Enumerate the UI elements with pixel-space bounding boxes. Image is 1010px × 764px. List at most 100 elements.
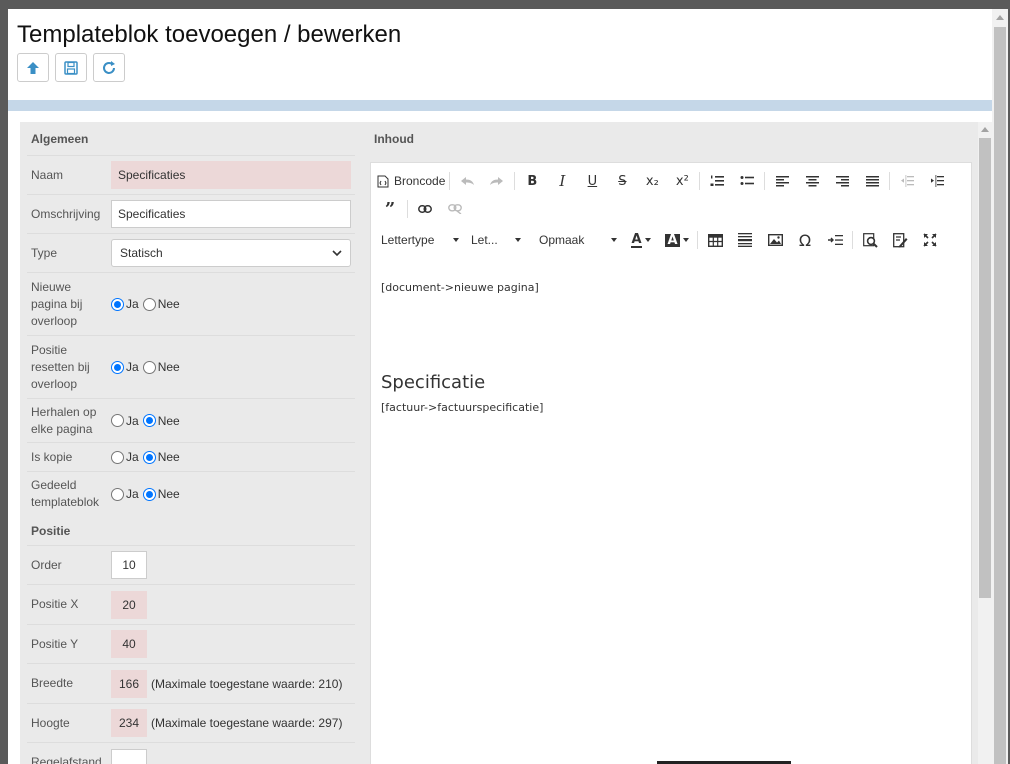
bold-button[interactable]: B: [517, 169, 547, 193]
naam-label: Naam: [31, 167, 64, 182]
order-field[interactable]: 10: [111, 551, 147, 579]
bullet-list-button[interactable]: [732, 169, 762, 193]
positie-resetten-nee-label: Nee: [157, 360, 180, 374]
editor-document[interactable]: [document->nieuwe pagina] Specificatie […: [381, 281, 961, 414]
page-break-button[interactable]: [820, 228, 850, 252]
section-position: Positie: [27, 516, 355, 546]
row-gedeeld: Gedeeld templateblok Ja Nee: [27, 472, 355, 516]
numbered-list-button[interactable]: [702, 169, 732, 193]
outdent-button[interactable]: [892, 169, 922, 193]
horizontal-line-button[interactable]: [730, 228, 760, 252]
move-up-button[interactable]: [17, 53, 49, 82]
herhalen-ja-radio[interactable]: [111, 414, 124, 427]
breedte-field[interactable]: 166: [111, 669, 147, 698]
rich-text-editor: Broncode B I U S x₂ x² ” Lettertype Let.…: [370, 162, 972, 764]
type-select-value: Statisch: [120, 246, 163, 260]
blockquote-button[interactable]: ”: [375, 197, 405, 221]
subscript-button[interactable]: x₂: [637, 169, 667, 193]
document-line-1: [document->nieuwe pagina]: [381, 281, 539, 294]
indent-icon: [931, 175, 945, 187]
positie-y-field[interactable]: 40: [111, 630, 147, 658]
type-select[interactable]: Statisch: [111, 239, 351, 267]
page-break-icon: [827, 235, 843, 245]
image-button[interactable]: [760, 228, 790, 252]
refresh-icon: [103, 60, 115, 74]
breedte-label: Breedte: [31, 676, 74, 690]
bullet-list-icon: [740, 176, 755, 185]
save-button[interactable]: [55, 53, 87, 82]
nieuwe-pagina-ja-radio[interactable]: [111, 297, 124, 311]
positie-resetten-ja-radio[interactable]: [111, 360, 124, 374]
strikethrough-button[interactable]: S: [607, 169, 637, 193]
scrollbar-thumb[interactable]: [979, 138, 991, 598]
dialog-window: Templateblok toevoegen / bewerken Algeme…: [8, 9, 1008, 764]
omschrijving-field[interactable]: Specificaties: [111, 200, 351, 228]
link-button[interactable]: [410, 197, 440, 221]
font-combo[interactable]: Lettertype: [375, 228, 465, 252]
indent-button[interactable]: [922, 169, 952, 193]
editor-toolbar-row-2: ”: [371, 195, 971, 223]
size-combo[interactable]: Let...: [465, 228, 527, 252]
regelafstand-field[interactable]: [111, 748, 147, 764]
maximize-icon: [923, 233, 937, 247]
format-combo[interactable]: Opmaak: [533, 228, 623, 252]
maximize-button[interactable]: [915, 228, 945, 252]
templates-button[interactable]: [885, 228, 915, 252]
align-left-button[interactable]: [767, 169, 797, 193]
gedeeld-nee-radio[interactable]: [142, 487, 156, 501]
row-breedte: Breedte 166 (Maximale toegestane waarde:…: [27, 664, 355, 704]
is-kopie-nee-radio[interactable]: [142, 450, 156, 464]
header-divider: [8, 100, 992, 111]
content-scrollbar[interactable]: [978, 122, 992, 764]
italic-button[interactable]: I: [547, 169, 577, 193]
naam-field[interactable]: Specificaties: [111, 161, 351, 189]
breedte-hint: (Maximale toegestane waarde: 210): [151, 676, 343, 691]
undo-button[interactable]: [452, 169, 482, 193]
superscript-icon: x²: [675, 173, 689, 189]
caret-down-icon: [682, 238, 689, 242]
unlink-button[interactable]: [440, 197, 470, 221]
positie-resetten-nee-radio[interactable]: [142, 360, 156, 374]
redo-button[interactable]: [482, 169, 512, 193]
toolbar-separator: [697, 231, 698, 249]
nieuwe-pagina-nee-radio[interactable]: [142, 297, 156, 311]
justify-button[interactable]: [857, 169, 887, 193]
herhalen-ja-label: Ja: [126, 413, 139, 428]
preview-button[interactable]: [855, 228, 885, 252]
is-kopie-ja-radio[interactable]: [111, 450, 124, 464]
align-center-button[interactable]: [797, 169, 827, 193]
source-button[interactable]: Broncode: [375, 169, 447, 193]
document-heading: Specificatie: [381, 372, 486, 393]
herhalen-nee-radio[interactable]: [142, 414, 156, 427]
align-center-icon: [805, 175, 819, 186]
scroll-up-icon: [981, 127, 989, 132]
justify-icon: [865, 175, 879, 186]
superscript-button[interactable]: x²: [667, 169, 697, 193]
align-right-button[interactable]: [827, 169, 857, 193]
is-kopie-nee-label: Nee: [157, 450, 180, 464]
background-color-button[interactable]: A: [659, 228, 695, 252]
positie-x-field[interactable]: 20: [111, 590, 147, 619]
font-combo-label: Lettertype: [381, 233, 435, 247]
toolbar-separator: [764, 172, 766, 190]
special-char-button[interactable]: Ω: [790, 228, 820, 252]
positie-resetten-label: Positie resetten bij overloop: [31, 342, 90, 391]
refresh-button[interactable]: [93, 53, 125, 82]
editor-toolbar-row-3: Lettertype Let... Opmaak A A Ω: [371, 223, 971, 257]
dialog-scrollbar[interactable]: [992, 9, 1008, 764]
herhalen-nee-label: Nee: [157, 413, 180, 428]
row-type: Type Statisch: [27, 234, 355, 273]
italic-icon: I: [559, 172, 566, 190]
table-button[interactable]: [700, 228, 730, 252]
section-content: Inhoud: [374, 132, 414, 146]
scrollbar-thumb[interactable]: [994, 27, 1006, 764]
link-icon: [418, 205, 432, 213]
caret-down-icon: [644, 238, 651, 242]
hoogte-field[interactable]: 234: [111, 709, 147, 737]
row-positie-x: Positie X 20: [27, 585, 355, 625]
gedeeld-ja-radio[interactable]: [111, 487, 124, 501]
regelafstand-label: Regelafstand: [31, 755, 102, 764]
underline-button[interactable]: U: [577, 169, 607, 193]
bold-icon: B: [527, 173, 538, 189]
text-color-button[interactable]: A: [623, 228, 659, 252]
